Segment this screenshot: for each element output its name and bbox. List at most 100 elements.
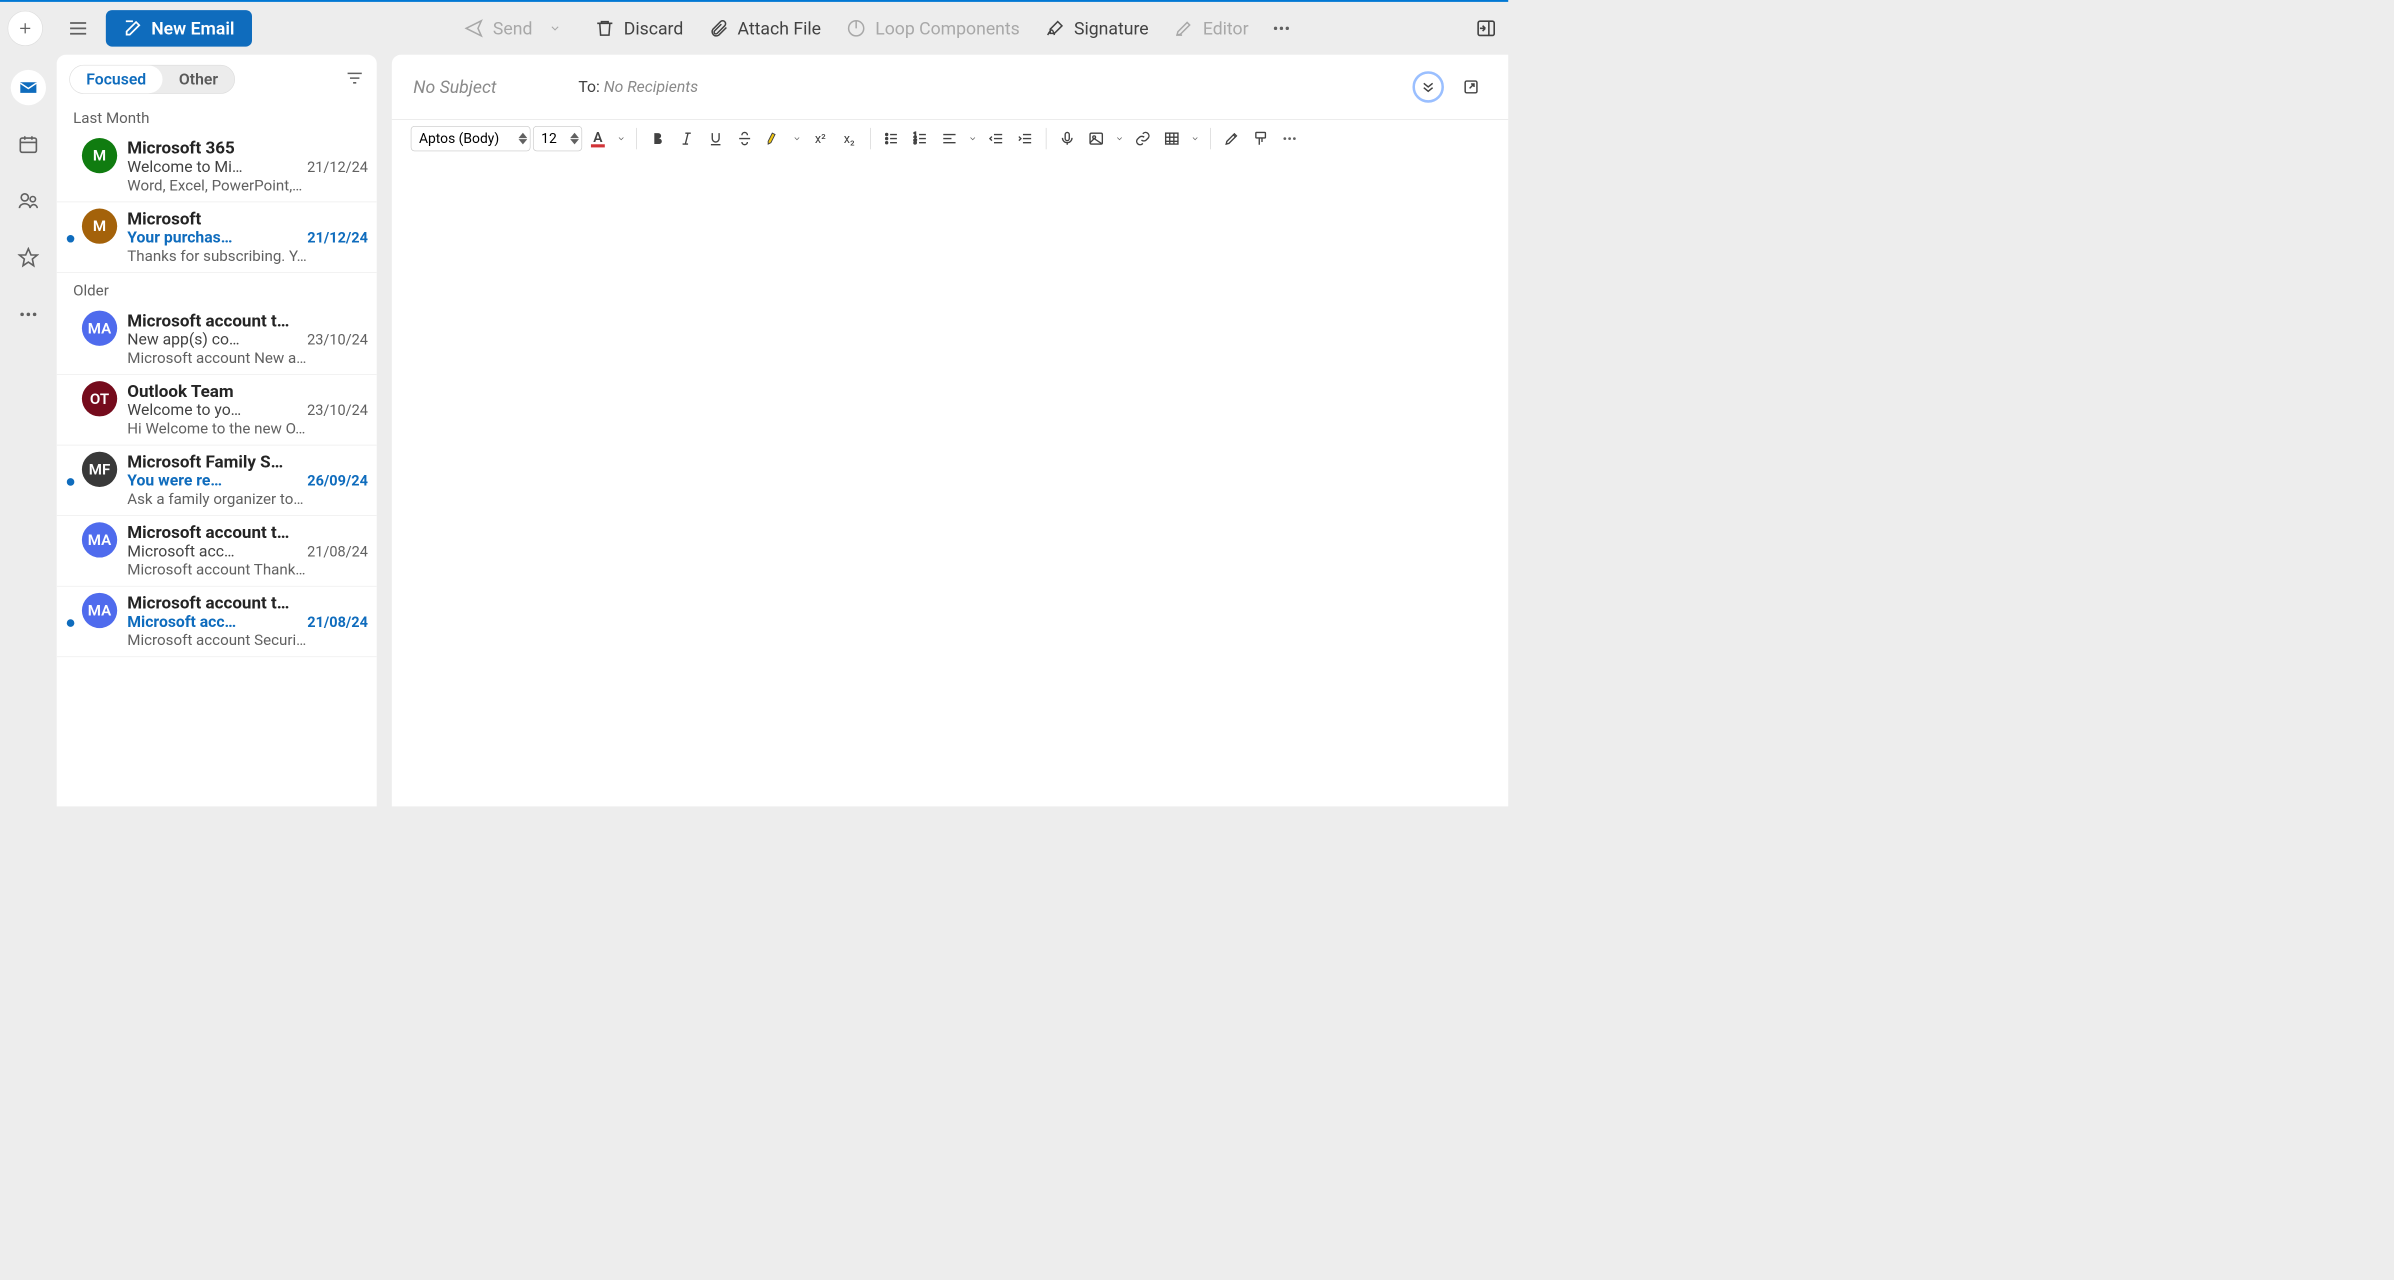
main-area: Focused Other Last Month M Microsoft 365… [0,55,1508,807]
highlight-icon [765,130,781,146]
font-size-select[interactable]: 12 [533,126,582,151]
discard-label: Discard [624,18,684,39]
editor-button[interactable]: Editor [1163,11,1260,46]
separator [636,128,637,149]
strikethrough-button[interactable] [731,126,757,151]
chevron-down-icon [617,134,626,143]
chevron-down-icon [793,134,802,143]
email-item[interactable]: MA Microsoft account t… New app(s) co… 2… [57,304,377,375]
star-icon [18,247,39,268]
email-date: 21/08/24 [307,614,368,631]
bullets-button[interactable] [878,126,904,151]
numbering-icon: 123 [912,130,928,146]
separator [1210,128,1211,149]
new-email-button[interactable]: New Email [106,10,252,47]
email-item[interactable]: MA Microsoft account t… Microsoft acc… 2… [57,587,377,658]
send-button[interactable]: Send [453,11,544,46]
email-sender: Microsoft Family S… [127,452,368,472]
more-options-button[interactable] [1262,11,1300,46]
numbering-button[interactable]: 123 [907,126,933,151]
table-icon [1164,130,1180,146]
clear-format-button[interactable] [1247,126,1273,151]
discard-button[interactable]: Discard [583,11,694,46]
email-date: 23/10/24 [307,331,368,348]
styles-button[interactable] [1218,126,1244,151]
font-color-a: A [593,130,602,146]
rail-people-button[interactable] [11,183,46,218]
picture-button[interactable] [1083,126,1109,151]
rail-favorites-button[interactable] [11,240,46,275]
dictate-button[interactable] [1054,126,1080,151]
loop-components-button[interactable]: Loop Components [835,11,1031,46]
align-button[interactable] [936,126,962,151]
attach-icon [709,18,729,38]
email-item[interactable]: OT Outlook Team Welcome to yo… 23/10/24 … [57,375,377,446]
main-toolbar: New Email Send Discard Attach File Loop … [0,2,1508,55]
pop-out-button[interactable] [1455,71,1487,103]
link-icon [1135,130,1151,146]
hamburger-menu-button[interactable] [59,11,97,46]
indent-button[interactable] [1012,126,1038,151]
filter-button[interactable] [345,69,364,90]
email-subject: Welcome to Mi… [127,158,299,176]
rail-calendar-button[interactable] [11,127,46,162]
highlight-button[interactable] [760,126,786,151]
chevron-down-icon [968,134,977,143]
rail-mail-button[interactable] [11,70,46,105]
chevron-down-icon [1191,134,1200,143]
sender-avatar: MA [82,593,117,628]
email-preview: Word, Excel, PowerPoint,… [127,176,368,194]
table-dropdown[interactable] [1188,126,1203,151]
italic-button[interactable] [673,126,699,151]
new-email-label: New Email [151,18,234,39]
bullets-icon [883,130,899,146]
sender-avatar: MA [82,311,117,346]
more-icon [1281,130,1297,146]
bold-button[interactable] [644,126,670,151]
font-color-dropdown[interactable] [614,126,629,151]
font-color-button[interactable]: A [585,126,611,151]
picture-dropdown[interactable] [1112,126,1127,151]
email-item[interactable]: MA Microsoft account t… Microsoft acc… 2… [57,516,377,587]
underline-button[interactable] [702,126,728,151]
signature-button[interactable]: Signature [1034,11,1160,46]
format-more-button[interactable] [1276,126,1302,151]
email-item[interactable]: M Microsoft 365 Welcome to Mi… 21/12/24 … [57,132,377,203]
email-item[interactable]: M Microsoft Your purchas… 21/12/24 Thank… [57,202,377,273]
collapse-pane-icon[interactable] [1475,18,1496,39]
attach-file-button[interactable]: Attach File [697,11,832,46]
font-family-select[interactable]: Aptos (Body) [411,126,531,151]
to-line[interactable]: To: No Recipients [578,78,698,96]
subject-placeholder[interactable]: No Subject [413,77,496,98]
align-dropdown[interactable] [965,126,980,151]
email-list-pane: Focused Other Last Month M Microsoft 365… [57,55,377,807]
expand-header-button[interactable] [1412,71,1444,103]
highlight-dropdown[interactable] [789,126,804,151]
rail-more-button[interactable] [11,297,46,332]
link-button[interactable] [1130,126,1156,151]
hamburger-icon [67,18,88,39]
subscript-button[interactable]: x₂ [836,126,862,151]
email-preview: Microsoft account New a… [127,349,368,367]
styles-icon [1223,130,1239,146]
email-item[interactable]: MF Microsoft Family S… You were re… 26/0… [57,445,377,516]
outdent-button[interactable] [983,126,1009,151]
email-subject: Your purchas… [127,229,299,247]
new-item-button[interactable] [8,11,43,46]
tab-other[interactable]: Other [163,66,235,94]
bold-icon [650,130,666,146]
send-label: Send [493,18,533,39]
align-icon [941,130,957,146]
email-subject: Microsoft acc… [127,613,299,631]
table-button[interactable] [1159,126,1185,151]
send-dropdown-button[interactable] [542,11,567,46]
more-horizontal-icon [18,304,39,325]
email-date: 21/08/24 [307,543,368,560]
email-subject: New app(s) co… [127,331,299,349]
compose-body[interactable] [392,158,1508,807]
sender-avatar: MA [82,522,117,557]
superscript-button[interactable]: x² [807,126,833,151]
font-color-swatch [591,144,605,147]
subscript-icon: x₂ [844,131,855,146]
tab-focused[interactable]: Focused [70,66,163,94]
